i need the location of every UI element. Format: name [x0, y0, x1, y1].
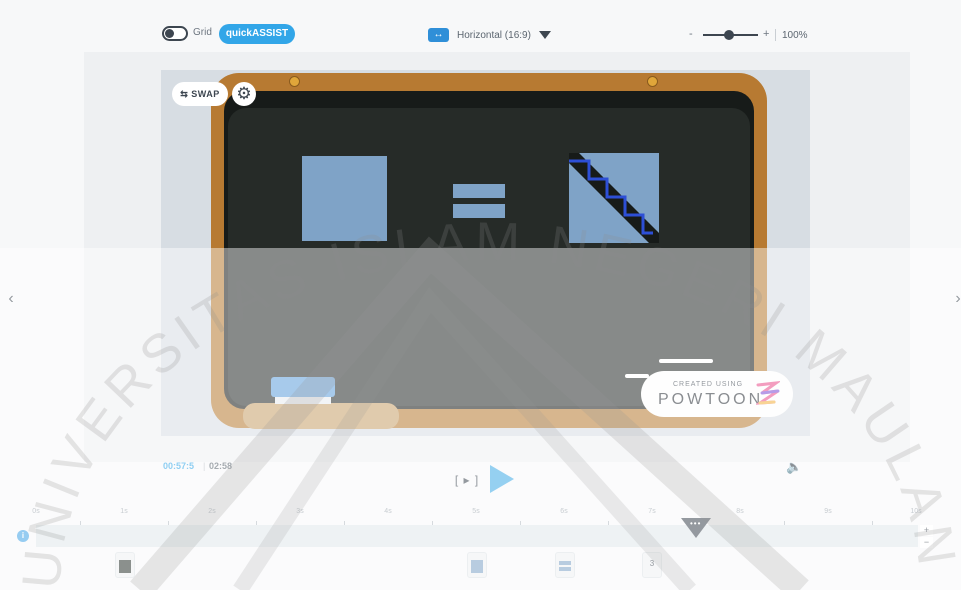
watermark-caption: CREATED USING: [673, 381, 744, 388]
timeline-tick-label: 6s: [560, 508, 568, 515]
gear-icon[interactable]: ⚙: [232, 82, 256, 106]
toggle-knob: [165, 29, 174, 38]
timeline-thumbnail[interactable]: [115, 552, 135, 578]
zoom-in-button[interactable]: +: [763, 28, 769, 40]
thumbnail-number: 3: [649, 559, 655, 568]
horizontal-arrows-icon[interactable]: ↔: [428, 28, 449, 42]
timeline-ruler[interactable]: 0s 1s 2s 3s 4s 5s 6s 7s 8s 9s 10s: [32, 508, 928, 526]
equals-bar-top[interactable]: [453, 184, 505, 198]
powtoon-logo-icon: [756, 381, 780, 405]
square-shape[interactable]: [302, 156, 387, 241]
swap-label: SWAP: [191, 89, 220, 99]
orientation-label[interactable]: Horizontal (16:9): [457, 30, 531, 41]
timeline-tick-label: 4s: [384, 508, 392, 515]
timeline-zoom-in-button[interactable]: +: [920, 525, 933, 536]
volume-icon[interactable]: 🔈: [786, 459, 808, 475]
nail-left: [289, 76, 300, 87]
eraser[interactable]: [271, 377, 335, 397]
swap-arrows-icon: ⇆: [180, 89, 192, 99]
chevron-right-icon[interactable]: ›: [951, 289, 961, 309]
speed-line: [625, 374, 649, 378]
cut-square-shape[interactable]: [569, 153, 659, 243]
total-time: 02:58: [209, 461, 233, 471]
timeline-track[interactable]: [36, 525, 918, 547]
info-icon[interactable]: i: [17, 530, 29, 542]
caret-down-icon[interactable]: [539, 31, 551, 39]
powtoon-watermark[interactable]: CREATED USING POWTOON: [641, 371, 793, 417]
play-icon[interactable]: [490, 465, 514, 493]
timeline-tick-label: 0s: [32, 508, 40, 515]
grid-label: Grid: [193, 27, 212, 38]
timeline-thumbnail[interactable]: 3: [642, 552, 662, 578]
speed-line: [659, 359, 713, 363]
playhead-menu-icon[interactable]: •••: [690, 519, 701, 528]
timeline-tick-label: 8s: [736, 508, 744, 515]
thumbnail-preview: [119, 560, 131, 573]
timeline-tick-label: 7s: [648, 508, 656, 515]
thumbnail-preview: [559, 561, 571, 565]
time-separator: |: [203, 461, 206, 471]
timeline-tick-label: 10s: [910, 508, 922, 515]
eraser-felt: [275, 397, 331, 404]
watermark-brand: POWTOON: [658, 391, 764, 408]
timeline-tick-label: 5s: [472, 508, 480, 515]
zoom-slider-thumb[interactable]: [724, 30, 734, 40]
timeline-zoom-out-button[interactable]: −: [920, 537, 933, 548]
timeline-tick-label: 1s: [120, 508, 128, 515]
chalk-ledge: [243, 403, 399, 429]
grid-toggle[interactable]: [162, 26, 188, 41]
timeline-thumbnail[interactable]: [467, 552, 487, 578]
thumbnail-preview: [471, 560, 483, 573]
timeline-tick-label: 3s: [296, 508, 304, 515]
quick-assist-button[interactable]: quickASSIST: [219, 24, 295, 44]
timeline-tick-label: 2s: [208, 508, 216, 515]
nail-right: [647, 76, 658, 87]
thumbnail-preview: [559, 567, 571, 571]
powtoon-editor: Grid quickASSIST ↔ Horizontal (16:9) - +…: [0, 0, 961, 590]
chevron-left-icon[interactable]: ‹: [4, 289, 18, 309]
divider: [775, 29, 776, 41]
current-time: 00:57:5: [163, 461, 195, 471]
timeline-tick-label: 9s: [824, 508, 832, 515]
equals-bar-bottom[interactable]: [453, 204, 505, 218]
swap-button[interactable]: ⇆ SWAP: [172, 82, 228, 106]
slide-canvas[interactable]: ⇆ SWAP ⚙ CREATED USING POWTOON: [161, 70, 810, 436]
play-scene-button[interactable]: [ ▸ ]: [453, 471, 481, 489]
zoom-value: 100%: [782, 30, 808, 41]
timeline-thumbnail[interactable]: [555, 552, 575, 578]
zoom-out-button[interactable]: -: [689, 28, 693, 40]
